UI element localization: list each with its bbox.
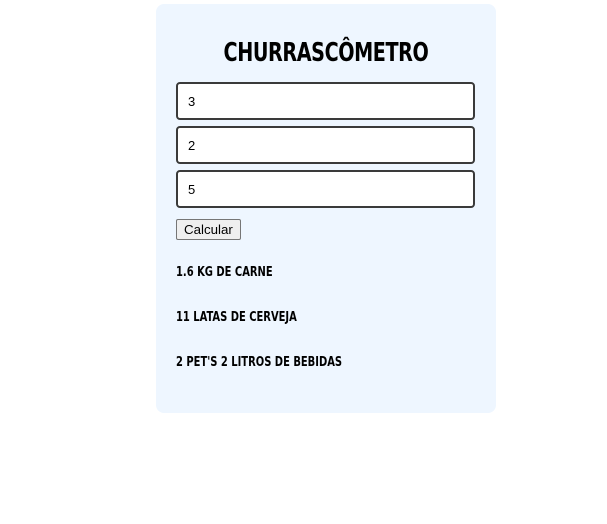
- duration-input[interactable]: [176, 170, 475, 208]
- result-beer: 11 LATAS DE CERVEJA: [176, 310, 297, 325]
- result-drinks: 2 PET'S 2 LITROS DE BEBIDAS: [176, 355, 343, 370]
- adults-input[interactable]: [176, 82, 475, 120]
- calculator-card: CHURRASCÔMETRO Calcular 1.6 KG DE CARNE …: [156, 4, 496, 413]
- result-meat: 1.6 KG DE CARNE: [176, 265, 273, 280]
- page-title: CHURRASCÔMETRO: [223, 38, 429, 68]
- calculate-button[interactable]: Calcular: [176, 219, 241, 240]
- children-input[interactable]: [176, 126, 475, 164]
